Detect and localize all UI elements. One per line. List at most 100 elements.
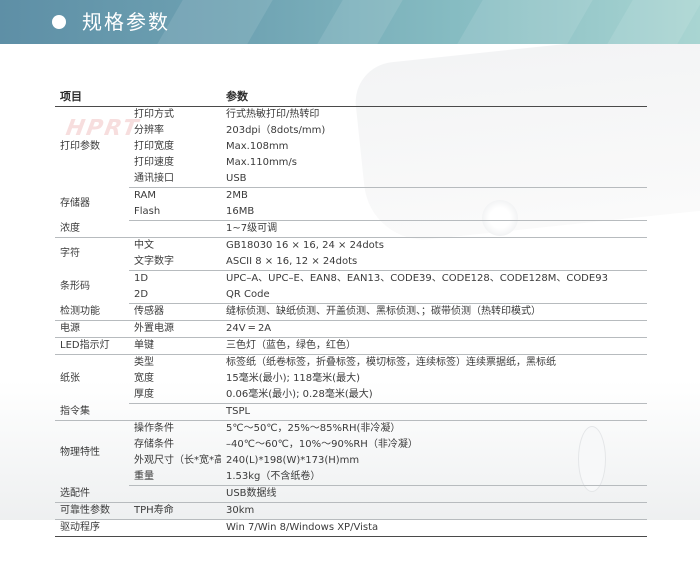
page-title: 规格参数 bbox=[82, 10, 170, 34]
spec-row: 厚度 0.06毫米(最小); 0.28毫米(最大) bbox=[55, 387, 647, 404]
spec-row: 外观尺寸（长*宽*高） 240(L)*198(W)*173(H)mm bbox=[55, 453, 647, 469]
spec-subitem: 重量 bbox=[129, 469, 221, 486]
column-header-item: 项目 bbox=[55, 86, 221, 107]
spec-table-header: 项目 参数 bbox=[55, 86, 647, 107]
spec-value: ASCII 8 × 16, 12 × 24dots bbox=[221, 254, 647, 271]
spec-subitem: 打印方式 bbox=[134, 109, 174, 120]
column-header-param: 参数 bbox=[221, 86, 647, 107]
spec-subitem bbox=[129, 403, 221, 421]
spec-value: GB18030 16 × 16, 24 × 24dots bbox=[226, 240, 384, 251]
spec-category: 纸张 bbox=[60, 373, 80, 385]
spec-category: 打印参数 bbox=[60, 141, 100, 153]
spec-table-body: 打印参数 打印方式 行式热敏打印/热转印分辨率 203dpi（8dots/mm) 打印宽… bbox=[55, 107, 647, 537]
spec-subitem: 打印速度 bbox=[134, 157, 174, 168]
spec-subitem: 传感器 bbox=[129, 303, 221, 321]
spec-category: 指令集 bbox=[55, 403, 129, 421]
spec-row: LED指示灯 单键 三色灯（蓝色，绿色，红色） bbox=[55, 337, 647, 355]
spec-row: 指令集 TSPL bbox=[55, 403, 647, 421]
spec-row: 存储条件 –40℃～60℃，10%～90%RH（非冷凝） bbox=[55, 437, 647, 453]
spec-value: 15毫米(最小); 118毫米(最大) bbox=[226, 373, 360, 384]
spec-row: 驱动程序 Win 7/Win 8/Windows XP/Vista bbox=[55, 519, 647, 537]
spec-row: 条形码 1D UPC–A、UPC–E、EAN8、EAN13、CODE39、CODE1… bbox=[55, 271, 647, 292]
spec-subitem: 文字数字 bbox=[129, 254, 221, 271]
spec-subitem: 单键 bbox=[129, 337, 221, 355]
header-bullet-icon bbox=[52, 15, 66, 29]
spec-category: 字符 bbox=[60, 248, 80, 260]
spec-category: 可靠性参数 bbox=[55, 502, 129, 520]
spec-category: 物理特性 bbox=[60, 447, 100, 459]
spec-value: Win 7/Win 8/Windows XP/Vista bbox=[221, 519, 647, 537]
spec-category: 存储器 bbox=[60, 198, 90, 209]
spec-subitem: 宽度 bbox=[134, 373, 154, 384]
spec-value: 240(L)*198(W)*173(H)mm bbox=[226, 455, 360, 466]
spec-row: 宽度 15毫米(最小); 118毫米(最大) bbox=[55, 371, 647, 387]
spec-value: Max.108mm bbox=[226, 141, 289, 152]
spec-value: TSPL bbox=[221, 403, 647, 421]
spec-value: 行式热敏打印/热转印 bbox=[226, 109, 320, 120]
spec-value: 2MB bbox=[226, 190, 248, 201]
spec-subitem bbox=[129, 519, 221, 537]
spec-subitem: 1D bbox=[134, 273, 149, 284]
spec-value: 缝标侦测、缺纸侦测、开盖侦测、黑标侦测、；碳带侦测（热转印模式） bbox=[221, 303, 647, 321]
spec-subitem: 操作条件 bbox=[134, 423, 174, 434]
spec-row: Flash 16MB bbox=[55, 204, 647, 221]
spec-category: 电源 bbox=[55, 320, 129, 338]
spec-value: 1.53kg（不含纸卷） bbox=[221, 469, 647, 486]
spec-row: 存储器 RAM 2MB bbox=[55, 188, 647, 209]
spec-category: 条形码 bbox=[60, 281, 90, 292]
spec-value: QR Code bbox=[221, 287, 647, 304]
spec-row: 打印宽度 Max.108mm bbox=[55, 139, 647, 155]
spec-subitem: 通讯接口 bbox=[129, 171, 221, 188]
spec-row: 电源 外置电源 24V ═ 2A bbox=[55, 320, 647, 338]
spec-category: 浓度 bbox=[55, 220, 129, 238]
spec-subitem: 类型 bbox=[134, 357, 154, 368]
spec-category: 选配件 bbox=[55, 485, 129, 503]
spec-value: –40℃～60℃，10%～90%RH（非冷凝） bbox=[226, 439, 418, 450]
spec-value: 203dpi（8dots/mm) bbox=[226, 125, 326, 136]
spec-subitem: 外观尺寸（长*宽*高） bbox=[134, 455, 221, 466]
spec-row: 字符 中文 GB18030 16 × 16, 24 × 24dots bbox=[55, 238, 647, 259]
spec-value: USB bbox=[221, 171, 647, 188]
spec-row: 打印速度 Max.110mm/s bbox=[55, 155, 647, 171]
spec-subitem: RAM bbox=[134, 190, 157, 201]
spec-subitem: 中文 bbox=[134, 240, 154, 251]
spec-value: 标签纸（纸卷标签，折叠标签，模切标签，连续标签）连续票据纸，黑标纸 bbox=[226, 357, 556, 368]
spec-row: 2D QR Code bbox=[55, 287, 647, 304]
spec-value: 三色灯（蓝色，绿色，红色） bbox=[221, 337, 647, 355]
spec-row: 分辨率 203dpi（8dots/mm) bbox=[55, 123, 647, 139]
spec-row: 文字数字 ASCII 8 × 16, 12 × 24dots bbox=[55, 254, 647, 271]
spec-row: 打印参数 打印方式 行式热敏打印/热转印 bbox=[55, 107, 647, 152]
spec-value: 24V ═ 2A bbox=[221, 320, 647, 338]
spec-value: 1~7级可调 bbox=[221, 220, 647, 238]
spec-value: 0.06毫米(最小); 0.28毫米(最大) bbox=[221, 387, 647, 404]
spec-subitem bbox=[129, 485, 221, 503]
spec-value: Max.110mm/s bbox=[226, 157, 298, 168]
spec-subitem: 打印宽度 bbox=[134, 141, 174, 152]
spec-value: 5℃～50℃，25%～85%RH(非冷凝） bbox=[226, 423, 401, 434]
spec-subitem: TPH寿命 bbox=[129, 502, 221, 520]
spec-row: 通讯接口 USB bbox=[55, 171, 647, 188]
section-header: 规格参数 bbox=[0, 0, 700, 44]
spec-subitem: 分辨率 bbox=[134, 125, 164, 136]
spec-subitem: 外置电源 bbox=[129, 320, 221, 338]
spec-category: 驱动程序 bbox=[55, 519, 129, 537]
spec-value: 30km bbox=[221, 502, 647, 520]
spec-subitem: 厚度 bbox=[129, 387, 221, 404]
spec-row: 重量 1.53kg（不含纸卷） bbox=[55, 469, 647, 486]
spec-row: 纸张 类型 标签纸（纸卷标签，折叠标签，模切标签，连续标签）连续票据纸，黑标纸 bbox=[55, 355, 647, 384]
spec-subitem: 2D bbox=[129, 287, 221, 304]
spec-row: 可靠性参数 TPH寿命 30km bbox=[55, 502, 647, 520]
spec-table: 项目 参数 打印参数 打印方式 行式热敏打印/热转印分辨率 203dpi（8dots/… bbox=[55, 86, 647, 537]
spec-subitem: 存储条件 bbox=[134, 439, 174, 450]
spec-row: 浓度 1~7级可调 bbox=[55, 220, 647, 238]
spec-category: 检测功能 bbox=[55, 303, 129, 321]
spec-category: LED指示灯 bbox=[55, 337, 129, 355]
spec-row: 检测功能 传感器 缝标侦测、缺纸侦测、开盖侦测、黑标侦测、；碳带侦测（热转印模式） bbox=[55, 303, 647, 321]
spec-value: UPC–A、UPC–E、EAN8、EAN13、CODE39、CODE128、CO… bbox=[226, 273, 608, 284]
spec-row: 物理特性 操作条件 5℃～50℃，25%～85%RH(非冷凝） bbox=[55, 421, 647, 458]
spec-value: USB数据线 bbox=[221, 485, 647, 503]
spec-row: 选配件 USB数据线 bbox=[55, 485, 647, 503]
spec-subitem: Flash bbox=[129, 204, 221, 221]
spec-value: 16MB bbox=[221, 204, 647, 221]
spec-subitem bbox=[129, 220, 221, 238]
